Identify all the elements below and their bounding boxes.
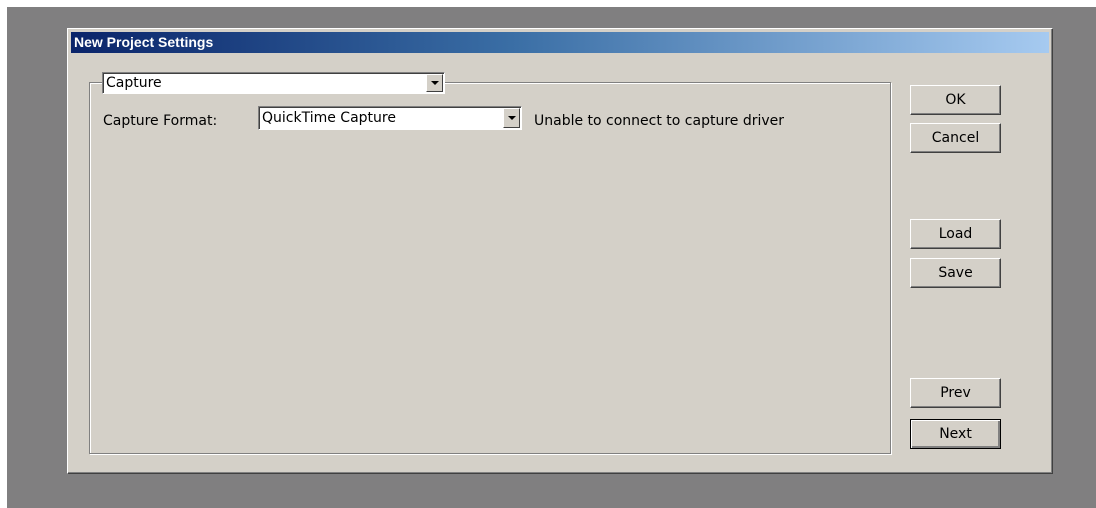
chevron-down-icon[interactable]	[503, 108, 520, 128]
capture-driver-status: Unable to connect to capture driver	[534, 113, 785, 129]
dialog-title: New Project Settings	[74, 34, 214, 50]
save-button[interactable]: Save	[910, 258, 1001, 288]
next-button[interactable]: Next	[910, 419, 1001, 449]
capture-format-label: Capture Format:	[103, 113, 218, 129]
prev-button[interactable]: Prev	[910, 378, 1001, 408]
capture-format-value: QuickTime Capture	[262, 110, 396, 126]
ok-button[interactable]: OK	[910, 85, 1001, 115]
settings-group-box	[89, 82, 891, 454]
settings-section-value: Capture	[106, 75, 162, 91]
cancel-button[interactable]: Cancel	[910, 123, 1001, 153]
capture-format-dropdown[interactable]: QuickTime Capture	[258, 106, 522, 130]
dialog-title-bar[interactable]: New Project Settings	[71, 32, 1049, 53]
new-project-settings-dialog: New Project Settings Capture Capture For…	[67, 28, 1053, 474]
load-button[interactable]: Load	[910, 219, 1001, 249]
settings-section-dropdown[interactable]: Capture	[102, 72, 445, 94]
chevron-down-icon[interactable]	[426, 74, 443, 92]
